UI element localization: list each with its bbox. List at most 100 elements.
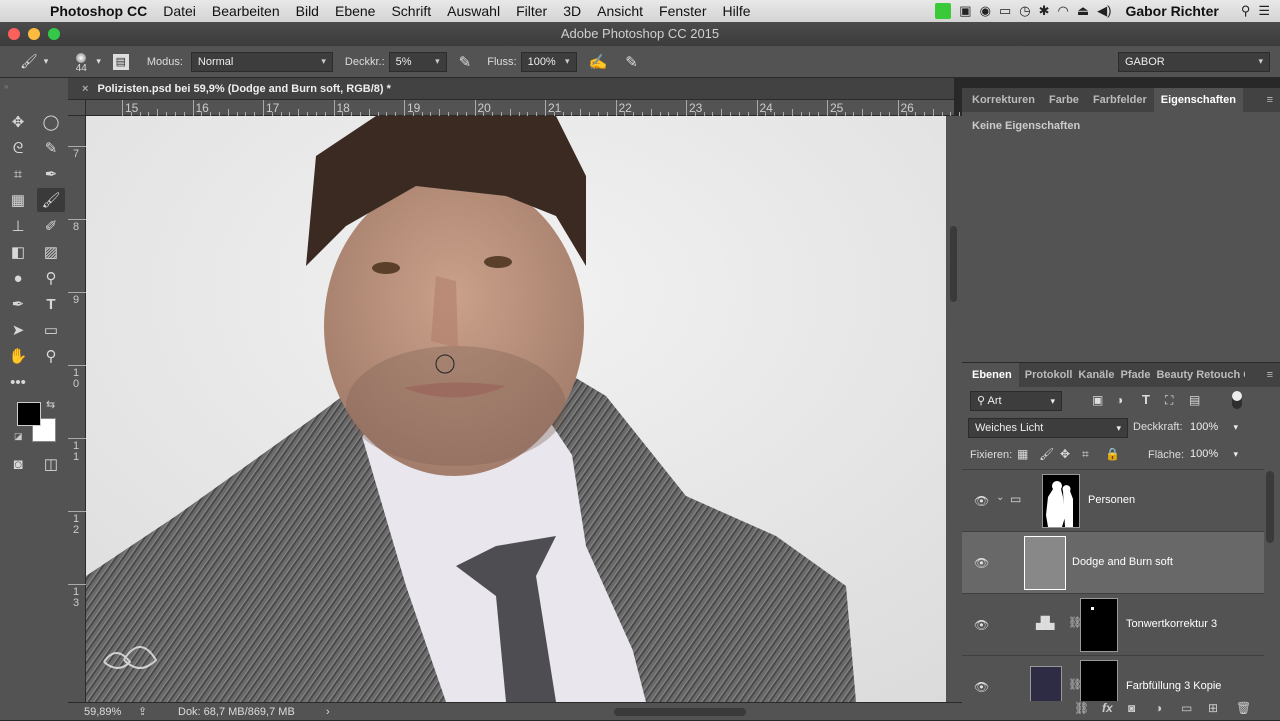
- hand-tool-icon[interactable]: ✋: [4, 344, 32, 368]
- layer-name[interactable]: Personen: [1088, 494, 1135, 506]
- layer-mask-thumbnail[interactable]: [1080, 598, 1118, 652]
- new-adjustment-icon[interactable]: ◑: [1155, 701, 1162, 715]
- layer-row-dodge-and-burn[interactable]: 👁 Dodge and Burn soft: [962, 532, 1264, 594]
- layers-scrollbar[interactable]: [1266, 471, 1274, 543]
- visibility-eye-icon[interactable]: 👁: [974, 618, 989, 632]
- wifi-icon[interactable]: ◠: [1057, 3, 1068, 19]
- brush-tool-icon[interactable]: 🖌: [37, 188, 65, 212]
- layer-filter-select[interactable]: ⚲ Art ▾: [970, 391, 1062, 411]
- panel-menu-icon[interactable]: ≡: [1260, 94, 1280, 106]
- menu-schrift[interactable]: Schrift: [383, 3, 439, 19]
- user-name[interactable]: Gabor Richter: [1125, 3, 1218, 19]
- blend-mode-select[interactable]: Weiches Licht ▾: [968, 418, 1128, 438]
- layer-name[interactable]: Dodge and Burn soft: [1072, 556, 1173, 568]
- gradient-tool-icon[interactable]: ▨: [37, 240, 65, 264]
- fluss-select[interactable]: 100% ▾: [520, 51, 577, 72]
- tab-beauty-retouch[interactable]: Beauty Retouch C: [1153, 369, 1245, 381]
- eject-icon[interactable]: ⏏: [1077, 3, 1089, 19]
- zoom-button[interactable]: [48, 28, 60, 40]
- layer-thumbnail[interactable]: [1024, 536, 1066, 590]
- new-layer-icon[interactable]: ⊞: [1208, 701, 1218, 715]
- tab-farbe[interactable]: Farbe: [1042, 94, 1086, 106]
- layer-row-farbfuellung[interactable]: 👁 ⛓ Farbfüllung 3 Kopie: [962, 656, 1264, 701]
- pen-tool-icon[interactable]: ✒: [4, 292, 32, 316]
- healing-brush-tool-icon[interactable]: ▦: [4, 188, 32, 212]
- menu-hilfe[interactable]: Hilfe: [715, 3, 759, 19]
- doc-size-info[interactable]: Dok: 68,7 MB/869,7 MB: [178, 703, 295, 721]
- deckkr-select[interactable]: 5% ▾: [388, 51, 447, 72]
- filter-pixel-icon[interactable]: ▣: [1092, 393, 1103, 407]
- share-icon[interactable]: ⇪: [138, 703, 147, 721]
- filter-smart-object-icon[interactable]: ▤: [1189, 393, 1200, 407]
- document-canvas[interactable]: [86, 116, 946, 702]
- visibility-eye-icon[interactable]: 👁: [974, 556, 989, 570]
- menu-datei[interactable]: Datei: [155, 3, 204, 19]
- trash-icon[interactable]: 🗑: [1236, 701, 1251, 715]
- status-app-icon[interactable]: [935, 3, 952, 19]
- path-selection-tool-icon[interactable]: ➤: [4, 318, 32, 342]
- link-layers-icon[interactable]: ⛓: [1074, 701, 1089, 715]
- filter-shape-icon[interactable]: ⛶: [1165, 393, 1173, 408]
- brush-tool-preset-icon[interactable]: 🖌: [20, 53, 38, 70]
- tab-farbfelder[interactable]: Farbfelder: [1086, 94, 1154, 106]
- close-button[interactable]: [8, 28, 20, 40]
- filter-toggle-icon[interactable]: [1232, 391, 1242, 409]
- eyedropper-tool-icon[interactable]: ✒: [37, 162, 65, 186]
- pressure-size-icon[interactable]: ✎: [625, 53, 638, 71]
- visibility-eye-icon[interactable]: 👁: [974, 494, 989, 508]
- chevron-right-icon[interactable]: ›: [326, 703, 330, 721]
- ruler-corner[interactable]: [68, 100, 86, 116]
- rectangle-tool-icon[interactable]: ▭: [37, 318, 65, 342]
- move-tool-icon[interactable]: ✥: [4, 110, 32, 134]
- quick-mask-icon[interactable]: ◙: [4, 452, 32, 476]
- tab-ebenen[interactable]: Ebenen: [962, 363, 1019, 387]
- add-mask-icon[interactable]: ◙: [1128, 701, 1135, 715]
- default-colors-icon[interactable]: ◪: [14, 431, 23, 442]
- menu-filter[interactable]: Filter: [508, 3, 555, 19]
- visibility-eye-icon[interactable]: 👁: [974, 680, 989, 694]
- airbrush-icon[interactable]: ✍: [589, 53, 608, 71]
- foreground-color-swatch[interactable]: [17, 402, 41, 426]
- volume-icon[interactable]: ◀): [1097, 3, 1111, 19]
- blur-tool-icon[interactable]: ●: [4, 266, 32, 290]
- scrollbar-thumb[interactable]: [950, 226, 957, 302]
- flaeche-field[interactable]: 100% ▾: [1184, 445, 1240, 465]
- tab-korrekturen[interactable]: Korrekturen: [965, 94, 1042, 106]
- canvas-vertical-scrollbar[interactable]: [946, 116, 962, 702]
- horizontal-scrollbar-thumb[interactable]: [614, 708, 746, 716]
- horizontal-ruler[interactable]: 15 16 17 18 19 20 21 22 23 24 25 26: [86, 100, 961, 116]
- filter-adjustment-icon[interactable]: ◑: [1116, 393, 1123, 407]
- quick-selection-tool-icon[interactable]: ✎: [37, 136, 65, 160]
- bluetooth-icon[interactable]: ✱: [1039, 3, 1050, 19]
- chevron-down-icon[interactable]: ⌄: [996, 492, 1004, 503]
- menu-app[interactable]: Photoshop CC: [42, 3, 155, 19]
- workspace-select[interactable]: GABOR ▾: [1118, 51, 1270, 72]
- menu-auswahl[interactable]: Auswahl: [439, 3, 508, 19]
- time-machine-icon[interactable]: ◷: [1019, 3, 1030, 19]
- modus-select[interactable]: Normal ▾: [190, 51, 333, 72]
- notification-icon[interactable]: ☰: [1258, 3, 1270, 19]
- bubble-icon[interactable]: ◉: [980, 3, 991, 19]
- tab-protokoll[interactable]: Protokoll: [1019, 369, 1076, 381]
- screen-mode-icon[interactable]: ◫: [37, 452, 65, 476]
- layer-name[interactable]: Farbfüllung 3 Kopie: [1126, 680, 1221, 692]
- toolbox-collapse-handle[interactable]: »: [0, 82, 68, 91]
- tab-eigenschaften[interactable]: Eigenschaften: [1153, 88, 1243, 112]
- dodge-tool-icon[interactable]: ⚲: [37, 266, 65, 290]
- eraser-tool-icon[interactable]: ◧: [4, 240, 32, 264]
- minimize-button[interactable]: [28, 28, 40, 40]
- lock-artboard-icon[interactable]: ⌗: [1082, 447, 1089, 462]
- fx-icon[interactable]: fx: [1102, 701, 1113, 715]
- document-tab[interactable]: × Polizisten.psd bei 59,9% (Dodge and Bu…: [68, 78, 954, 100]
- lasso-tool-icon[interactable]: ᘓ: [4, 136, 32, 160]
- layer-row-tonwertkorrektur[interactable]: 👁 ▟▙ ⛓ Tonwertkorrektur 3: [962, 594, 1264, 656]
- layer-mask-thumbnail[interactable]: [1080, 660, 1118, 701]
- lock-position-icon[interactable]: ✥: [1060, 447, 1070, 461]
- menu-ebene[interactable]: Ebene: [327, 3, 383, 19]
- tab-kanaele[interactable]: Kanäle: [1075, 369, 1117, 381]
- brush-panel-toggle-icon[interactable]: ▤: [112, 53, 129, 70]
- layer-mask-thumbnail[interactable]: [1042, 474, 1080, 528]
- pressure-opacity-icon[interactable]: ✎: [459, 53, 472, 71]
- brush-size-picker[interactable]: 44: [70, 53, 92, 74]
- filter-type-icon[interactable]: T: [1142, 392, 1150, 407]
